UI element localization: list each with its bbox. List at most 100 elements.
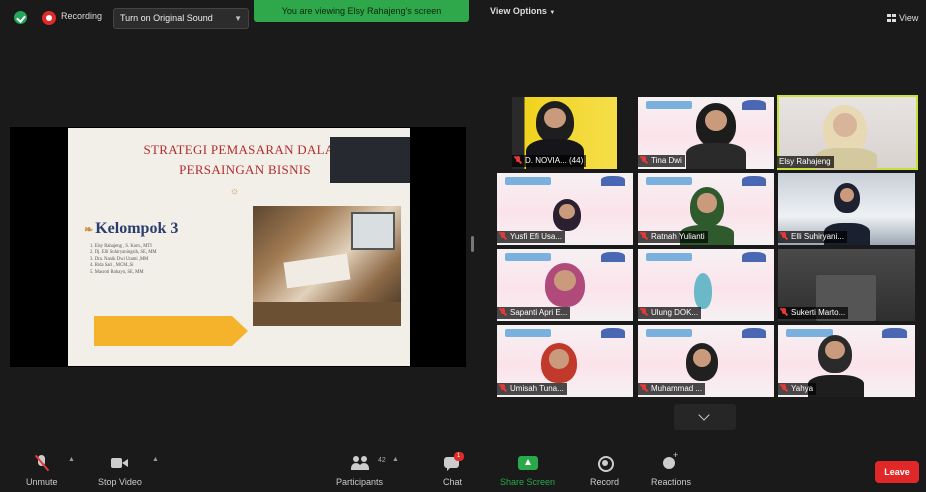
- share-screen-button[interactable]: Share Screen: [500, 455, 555, 487]
- mic-muted-icon: [499, 232, 507, 240]
- video-tile[interactable]: Ulung DOK...: [638, 249, 774, 321]
- member-item: 5. Masroti Rohayu, SE, MM: [90, 269, 144, 275]
- participant-name-tag: Elli Suhiryani...: [778, 231, 847, 243]
- participant-name-tag: Elsy Rahajeng: [777, 156, 834, 168]
- chat-icon: 1: [443, 452, 464, 471]
- slide-photo: [253, 206, 401, 326]
- security-shield-icon[interactable]: [14, 11, 27, 24]
- video-tile[interactable]: Elli Suhiryani...: [778, 173, 915, 245]
- original-sound-button[interactable]: Turn on Original Sound ▼: [113, 8, 249, 29]
- member-list: 1. Elsy Rahajeng , S. Kom., MTI 2. Dj. E…: [90, 244, 250, 276]
- stop-video-button[interactable]: Stop Video: [98, 455, 142, 487]
- video-tile[interactable]: Yahya: [778, 325, 915, 397]
- participants-label: Participants: [336, 477, 384, 487]
- participant-video: [553, 199, 581, 231]
- participant-name-tag: Tina Dwi: [638, 155, 685, 167]
- shared-screen[interactable]: STRATEGI PEMASARAN DALAM PERSAINGAN BISN…: [10, 127, 466, 367]
- video-tile-active-speaker[interactable]: Elsy Rahajeng: [777, 95, 918, 170]
- chevron-down-icon[interactable]: ▼: [234, 9, 242, 28]
- view-options-button[interactable]: View Options ▼: [490, 6, 555, 16]
- mic-muted-icon: [499, 384, 507, 392]
- video-tile[interactable]: Ratnah Yulianti: [638, 173, 774, 245]
- chat-label: Chat: [443, 477, 463, 487]
- gallery-next-page-button[interactable]: [674, 404, 736, 430]
- participants-options-caret-icon[interactable]: ▲: [392, 456, 399, 463]
- share-screen-icon: [517, 455, 538, 471]
- participant-video: [818, 335, 852, 373]
- mic-muted-icon: [33, 455, 51, 471]
- video-tile[interactable]: Yusfi Efi Usa...: [497, 173, 633, 245]
- participant-name-tag: Sapanti Apri E...: [497, 307, 571, 319]
- participant-name-tag: Ratnah Yulianti: [638, 231, 708, 243]
- chat-button[interactable]: 1 Chat: [443, 452, 464, 487]
- meeting-toolbar: Unmute ▲ Stop Video ▲ Participants 42 ▲ …: [0, 446, 926, 492]
- whiteboard-shape: [351, 212, 395, 250]
- reactions-icon: [662, 450, 680, 471]
- mic-muted-icon: [780, 232, 788, 240]
- group-title-text: Kelompok 3: [95, 220, 179, 237]
- participant-name-tag: Ulung DOK...: [638, 307, 702, 319]
- chevron-down-icon: ▼: [549, 10, 556, 16]
- participants-count: 42: [378, 457, 386, 464]
- view-label: View: [899, 13, 919, 23]
- mic-muted-icon: [640, 384, 648, 392]
- mic-muted-icon: [499, 308, 507, 316]
- slide-dark-panel: [330, 137, 410, 183]
- video-tile[interactable]: Sapanti Apri E...: [497, 249, 633, 321]
- video-tile[interactable]: D. NOVIA... (44): [512, 97, 617, 169]
- participant-video: [696, 103, 736, 147]
- video-tile[interactable]: Umisah Tuna...: [497, 325, 633, 397]
- mic-muted-icon: [640, 232, 648, 240]
- audio-options-caret-icon[interactable]: ▲: [68, 456, 75, 463]
- slide-arrow-shape: [94, 316, 248, 346]
- participant-name-tag: Yahya: [778, 383, 817, 395]
- mic-muted-icon: [640, 308, 648, 316]
- participant-video: [545, 263, 585, 307]
- mic-muted-icon: [780, 384, 788, 392]
- video-options-caret-icon[interactable]: ▲: [152, 456, 159, 463]
- participant-video: [536, 101, 574, 143]
- participant-video: [690, 187, 724, 227]
- reactions-label: Reactions: [651, 477, 692, 487]
- view-button[interactable]: View: [887, 13, 918, 23]
- video-tile[interactable]: Tina Dwi: [638, 97, 774, 169]
- participant-name-tag: Umisah Tuna...: [497, 383, 567, 395]
- unmute-label: Unmute: [26, 477, 58, 487]
- participant-name-tag: D. NOVIA... (44): [512, 155, 587, 167]
- mic-muted-icon: [780, 308, 788, 316]
- video-tile[interactable]: Muhammad ...: [638, 325, 774, 397]
- unmute-button[interactable]: Unmute: [26, 455, 58, 487]
- viewing-screen-banner: You are viewing Elsy Rahajeng's screen: [254, 0, 469, 22]
- chat-unread-badge: 1: [453, 452, 464, 461]
- participant-video: [694, 273, 712, 309]
- meeting-top-bar: Recording Turn on Original Sound ▼ You a…: [0, 0, 926, 36]
- reactions-button[interactable]: Reactions: [651, 450, 692, 487]
- splitter-handle[interactable]: [471, 236, 474, 252]
- view-options-label: View Options: [490, 6, 547, 16]
- desk-shape: [253, 302, 401, 326]
- share-screen-label: Share Screen: [500, 477, 556, 487]
- ornament-icon: ❧: [84, 224, 94, 236]
- participant-name-tag: Muhammad ...: [638, 383, 706, 395]
- slide-ornament-icon: ☼: [230, 186, 240, 197]
- mic-muted-icon: [640, 156, 648, 164]
- grid-view-icon: [887, 14, 896, 22]
- original-sound-label: Turn on Original Sound: [120, 13, 213, 23]
- participant-name-tag: Yusfi Efi Usa...: [497, 231, 566, 243]
- participants-button[interactable]: Participants: [336, 455, 383, 487]
- leave-button[interactable]: Leave: [875, 461, 919, 483]
- slide-group-title: ❧ Kelompok 3: [84, 220, 178, 238]
- paper-shape: [283, 253, 351, 289]
- participant-video: [834, 183, 860, 213]
- record-label: Record: [590, 477, 620, 487]
- participant-video: [686, 343, 718, 381]
- participants-icon: [350, 455, 369, 471]
- video-icon: [110, 455, 129, 471]
- chevron-down-icon: [698, 409, 710, 421]
- record-icon: [596, 455, 614, 472]
- video-tile[interactable]: Sukerti Marto...: [778, 249, 915, 321]
- record-button[interactable]: Record: [590, 455, 619, 487]
- recording-label: Recording: [61, 11, 103, 21]
- participant-name-tag: Sukerti Marto...: [778, 307, 849, 319]
- mic-muted-icon: [514, 156, 522, 164]
